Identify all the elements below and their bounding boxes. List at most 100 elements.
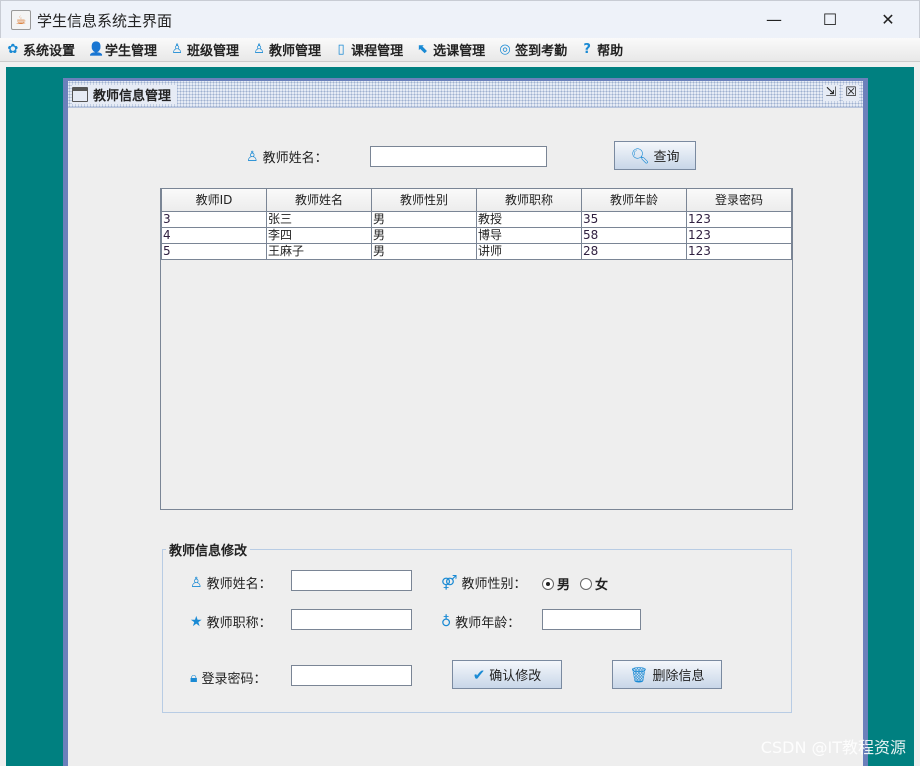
edit-password-input[interactable] xyxy=(291,665,412,686)
table-cell[interactable]: 王麻子 xyxy=(266,242,372,260)
menu-label: 签到考勤 xyxy=(515,44,568,59)
attendance-icon: ◎ xyxy=(499,42,511,57)
gender-female-label: 女 xyxy=(595,578,609,593)
table-cell[interactable]: 123 xyxy=(686,226,792,244)
table-cell[interactable]: 3 xyxy=(161,210,267,228)
frame-content: ♙ 教师姓名： 🔍︎ 查询 教师ID 教师姓名 教师性别 教师职称 教师年龄 登录密码 3 张三… xyxy=(68,108,863,766)
edit-name-label: ♙ 教师姓名： xyxy=(190,573,272,593)
edit-name-input[interactable] xyxy=(291,570,412,591)
gender-female-radio[interactable]: 女 xyxy=(580,574,608,593)
book-icon: ▯ xyxy=(337,42,345,57)
class-icon: ♙ xyxy=(171,42,183,57)
table-cell[interactable]: 123 xyxy=(686,242,792,260)
lock-icon: 🔒︎ xyxy=(190,669,198,686)
radio-female-indicator[interactable] xyxy=(580,577,592,590)
window-title: 学生信息系统主界面 xyxy=(37,12,173,30)
watermark: CSDN @IT教程资源 xyxy=(760,738,906,757)
edit-password-label: 🔒︎ 登录密码： xyxy=(190,668,267,688)
edit-group-title: 教师信息修改 xyxy=(166,540,251,559)
bulb-icon: ♁ xyxy=(441,613,452,630)
table-cell[interactable]: 教授 xyxy=(476,210,582,228)
internal-frame-title: 教师信息管理 xyxy=(93,89,172,104)
table-row[interactable]: 4 李四男博导 58 123 xyxy=(161,226,792,244)
menu-label: 教师管理 xyxy=(269,44,322,59)
table-cell[interactable]: 男 xyxy=(371,226,477,244)
confirm-edit-label: 确认修改 xyxy=(489,669,542,684)
gender-male-radio[interactable]: 男 xyxy=(542,574,570,593)
search-name-input[interactable] xyxy=(370,146,547,167)
edit-age-label: ♁ 教师年龄： xyxy=(441,612,521,632)
edit-name-label-text: 教师姓名： xyxy=(206,577,272,592)
column-header[interactable]: 教师年龄 xyxy=(581,189,687,212)
search-name-label: ♙ 教师姓名： xyxy=(246,147,328,167)
title-bar: ☕ 学生信息系统主界面 — ☐ ✕ xyxy=(0,0,920,38)
table-cell[interactable]: 博导 xyxy=(476,226,582,244)
menu-book[interactable]: ▯ 课程管理 xyxy=(334,40,403,59)
trash-icon: 🗑︎ xyxy=(629,665,649,684)
menu-label: 选课管理 xyxy=(433,44,486,59)
menu-teacher[interactable]: ♙ 教师管理 xyxy=(252,40,321,59)
edit-age-input[interactable] xyxy=(542,609,641,630)
search-icon: 🔍︎ xyxy=(630,146,650,165)
table-cell[interactable]: 123 xyxy=(686,210,792,228)
teacher-table[interactable]: 教师ID 教师姓名 教师性别 教师职称 教师年龄 登录密码 3 张三男教授 35 123 4 李四男… xyxy=(160,188,793,510)
cursor-icon: ⬉ xyxy=(417,42,429,57)
user-icon: ♙ xyxy=(190,574,203,591)
menu-bar: ✿ 系统设置 👤 学生管理 ♙ 班级管理 ♙ 教师管理 ▯ 课程管理 ⬉ 选课管理 ◎ 签到考勤 ? 帮助 xyxy=(0,38,920,62)
menu-label: 系统设置 xyxy=(23,44,76,59)
menu-label: 学生管理 xyxy=(105,44,158,59)
menu-student[interactable]: 👤 学生管理 xyxy=(88,40,157,59)
menu-label: 班级管理 xyxy=(187,44,240,59)
table-cell[interactable]: 58 xyxy=(581,226,687,244)
edit-gender-label-text: 教师性别： xyxy=(461,577,527,592)
edit-gender-label: ⚤ 教师性别： xyxy=(441,573,527,593)
search-button[interactable]: 🔍︎ 查询 xyxy=(614,141,696,170)
menu-cursor[interactable]: ⬉ 选课管理 xyxy=(416,40,485,59)
menu-gear[interactable]: ✿ 系统设置 xyxy=(6,40,75,59)
edit-title-input[interactable] xyxy=(291,609,412,630)
table-cell[interactable]: 男 xyxy=(371,210,477,228)
window-icon xyxy=(72,87,88,102)
column-header[interactable]: 教师职称 xyxy=(476,189,582,212)
column-header[interactable]: 教师姓名 xyxy=(266,189,372,212)
column-header[interactable]: 教师性别 xyxy=(371,189,477,212)
menu-help[interactable]: ? 帮助 xyxy=(580,40,623,59)
search-button-label: 查询 xyxy=(653,150,680,165)
confirm-edit-button[interactable]: ✔ 确认修改 xyxy=(452,660,562,689)
delete-button[interactable]: 🗑︎ 删除信息 xyxy=(612,660,722,689)
teacher-management-frame: 教师信息管理 ⇲ ☒ ♙ 教师姓名： 🔍︎ 查询 教师ID 教师姓名 教师性别 教师职称教… xyxy=(63,78,868,766)
table-cell[interactable]: 28 xyxy=(581,242,687,260)
table-row[interactable]: 5 王麻子男讲师 28 123 xyxy=(161,242,792,260)
check-circle-icon: ✔ xyxy=(472,665,486,684)
gender-male-label: 男 xyxy=(557,578,571,593)
table-cell[interactable]: 35 xyxy=(581,210,687,228)
medal-icon: ★ xyxy=(190,613,203,630)
table-row[interactable]: 3 张三男教授 35 123 xyxy=(161,210,792,228)
radio-male-indicator[interactable] xyxy=(542,577,554,590)
column-header[interactable]: 教师ID xyxy=(161,189,267,212)
help-icon: ? xyxy=(583,42,591,57)
edit-age-label-text: 教师年龄： xyxy=(455,616,521,631)
close-button[interactable]: ✕ xyxy=(865,5,911,35)
edit-password-label-text: 登录密码： xyxy=(201,672,267,687)
teacher-icon: ♙ xyxy=(253,42,265,57)
menu-attendance[interactable]: ◎ 签到考勤 xyxy=(498,40,567,59)
maximize-button[interactable]: ☐ xyxy=(807,5,853,35)
user-icon: ♙ xyxy=(246,148,259,165)
column-header[interactable]: 登录密码 xyxy=(686,189,792,212)
internal-frame-title-bar[interactable]: 教师信息管理 ⇲ ☒ xyxy=(68,81,863,108)
table-cell[interactable]: 5 xyxy=(161,242,267,260)
table-cell[interactable]: 张三 xyxy=(266,210,372,228)
restore-button[interactable]: ⇲ xyxy=(823,85,839,101)
table-cell[interactable]: 李四 xyxy=(266,226,372,244)
frame-close-button[interactable]: ☒ xyxy=(843,85,859,101)
minimize-button[interactable]: — xyxy=(751,5,797,35)
delete-label: 删除信息 xyxy=(652,669,705,684)
java-app-icon: ☕ xyxy=(11,10,31,30)
table-cell[interactable]: 4 xyxy=(161,226,267,244)
table-cell[interactable]: 讲师 xyxy=(476,242,582,260)
menu-class[interactable]: ♙ 班级管理 xyxy=(170,40,239,59)
search-label-text: 教师姓名： xyxy=(262,151,328,166)
gender-icon: ⚤ xyxy=(441,574,458,591)
table-cell[interactable]: 男 xyxy=(371,242,477,260)
